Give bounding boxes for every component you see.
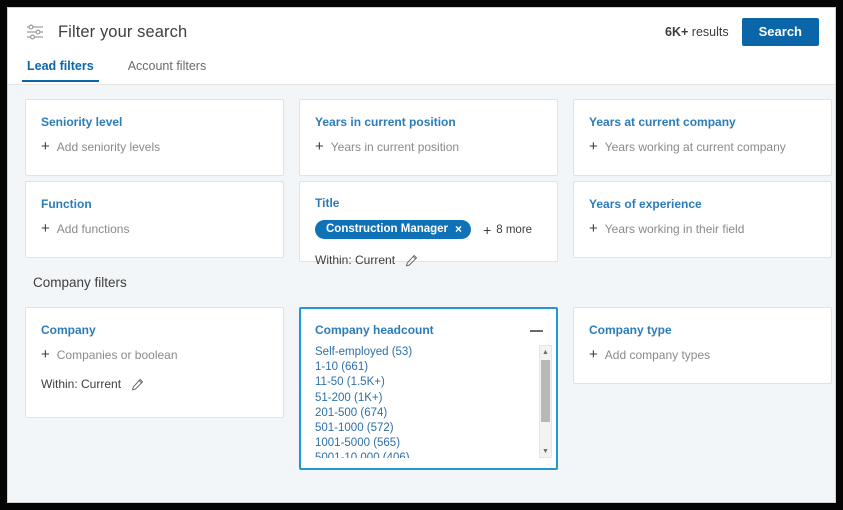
- add-years-at-current-company-button[interactable]: + Years working at current company: [589, 139, 816, 155]
- minus-icon[interactable]: [530, 330, 543, 332]
- headcount-options-list[interactable]: Self-employed (53) 1-10 (661) 11-50 (1.5…: [301, 345, 556, 458]
- headcount-option-self-employed[interactable]: Self-employed (53): [315, 345, 556, 360]
- add-functions-button[interactable]: + Add functions: [41, 221, 268, 237]
- pencil-icon[interactable]: [131, 378, 144, 391]
- plus-icon: +: [589, 223, 598, 235]
- plus-icon: +: [41, 141, 50, 153]
- plus-icon: +: [41, 349, 50, 361]
- pencil-icon[interactable]: [405, 254, 418, 267]
- add-company-types-label: Add company types: [605, 347, 710, 363]
- header-actions: 6K+ results Search: [665, 18, 819, 46]
- card-title-company-headcount: Company headcount: [315, 322, 434, 338]
- company-within-label: Within: Current: [41, 376, 121, 392]
- tab-lead-filters[interactable]: Lead filters: [25, 56, 96, 81]
- page-title: Filter your search: [58, 23, 187, 42]
- headcount-option-501-1000[interactable]: 501-1000 (572): [315, 421, 556, 436]
- card-title-title: Title: [315, 195, 542, 211]
- headcount-option-201-500[interactable]: 201-500 (674): [315, 406, 556, 421]
- filter-card-title[interactable]: Title Construction Manager × + 8 more Wi…: [299, 181, 558, 262]
- header-bar: Filter your search 6K+ results Search: [8, 8, 835, 56]
- results-count: 6K+ results: [665, 25, 729, 39]
- company-within-row: Within: Current: [41, 376, 268, 392]
- screenshot-frame: Filter your search 6K+ results Search Le…: [0, 0, 843, 510]
- title-more-button[interactable]: + 8 more: [483, 224, 532, 236]
- add-years-of-experience-label: Years working in their field: [605, 221, 745, 237]
- plus-icon: +: [483, 224, 491, 236]
- filter-card-company-headcount[interactable]: Company headcount Self-employed (53) 1-1…: [299, 307, 558, 470]
- filter-card-function[interactable]: Function + Add functions: [25, 181, 284, 258]
- card-title-seniority-level: Seniority level: [41, 114, 268, 130]
- add-companies-label: Companies or boolean: [57, 347, 178, 363]
- card-title-years-of-experience: Years of experience: [589, 196, 816, 212]
- title-more-label: 8 more: [496, 224, 532, 236]
- scroll-up-icon[interactable]: ▲: [540, 346, 551, 358]
- filter-search-window: Filter your search 6K+ results Search Le…: [7, 7, 836, 503]
- title-chip-row: Construction Manager × + 8 more: [315, 220, 542, 239]
- card-title-years-at-current-company: Years at current company: [589, 114, 816, 130]
- filter-card-years-at-current-company[interactable]: Years at current company + Years working…: [573, 99, 832, 176]
- headcount-card-header: Company headcount: [301, 309, 556, 338]
- add-company-types-button[interactable]: + Add company types: [589, 347, 816, 363]
- title-within-row: Within: Current: [315, 252, 542, 268]
- add-years-at-current-company-label: Years working at current company: [605, 139, 786, 155]
- search-button[interactable]: Search: [742, 18, 819, 46]
- tab-account-filters[interactable]: Account filters: [126, 56, 209, 81]
- filters-canvas: Seniority level + Add seniority levels Y…: [8, 85, 835, 502]
- title-chip-label: Construction Manager: [326, 223, 448, 235]
- add-years-in-current-position-label: Years in current position: [331, 139, 459, 155]
- results-count-value: 6K+: [665, 25, 688, 39]
- title-chip-construction-manager[interactable]: Construction Manager ×: [315, 220, 471, 239]
- filter-tabs: Lead filters Account filters: [8, 56, 835, 85]
- filter-card-seniority-level[interactable]: Seniority level + Add seniority levels: [25, 99, 284, 176]
- add-seniority-levels-button[interactable]: + Add seniority levels: [41, 139, 268, 155]
- close-icon[interactable]: ×: [455, 223, 462, 235]
- plus-icon: +: [41, 223, 50, 235]
- add-years-in-current-position-button[interactable]: + Years in current position: [315, 139, 542, 155]
- company-filters-section-label: Company filters: [33, 275, 127, 290]
- card-title-company: Company: [41, 322, 268, 338]
- headcount-option-5001-10000[interactable]: 5001-10,000 (406): [315, 451, 556, 458]
- headcount-scrollbar[interactable]: ▲ ▼: [539, 345, 552, 458]
- headcount-option-1-10[interactable]: 1-10 (661): [315, 360, 556, 375]
- title-within-label: Within: Current: [315, 252, 395, 268]
- filter-card-company-type[interactable]: Company type + Add company types: [573, 307, 832, 384]
- headcount-option-1001-5000[interactable]: 1001-5000 (565): [315, 436, 556, 451]
- add-functions-label: Add functions: [57, 221, 130, 237]
- filter-card-years-in-current-position[interactable]: Years in current position + Years in cur…: [299, 99, 558, 176]
- filter-sliders-icon: [25, 22, 45, 42]
- add-seniority-levels-label: Add seniority levels: [57, 139, 160, 155]
- plus-icon: +: [589, 349, 598, 361]
- plus-icon: +: [315, 141, 324, 153]
- scroll-down-icon[interactable]: ▼: [540, 445, 551, 457]
- scrollbar-thumb[interactable]: [541, 360, 550, 422]
- filter-card-years-of-experience[interactable]: Years of experience + Years working in t…: [573, 181, 832, 258]
- add-years-of-experience-button[interactable]: + Years working in their field: [589, 221, 816, 237]
- results-count-label: results: [692, 25, 729, 39]
- card-title-company-type: Company type: [589, 322, 816, 338]
- plus-icon: +: [589, 141, 598, 153]
- card-title-function: Function: [41, 196, 268, 212]
- card-title-years-in-current-position: Years in current position: [315, 114, 542, 130]
- filter-card-company[interactable]: Company + Companies or boolean Within: C…: [25, 307, 284, 418]
- headcount-option-51-200[interactable]: 51-200 (1K+): [315, 391, 556, 406]
- add-companies-button[interactable]: + Companies or boolean: [41, 347, 268, 363]
- headcount-option-11-50[interactable]: 11-50 (1.5K+): [315, 375, 556, 390]
